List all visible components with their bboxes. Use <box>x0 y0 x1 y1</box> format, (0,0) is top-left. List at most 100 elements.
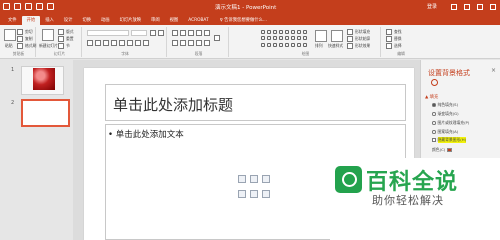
font-name-combo[interactable] <box>87 30 129 36</box>
arrange-icon[interactable] <box>315 30 327 42</box>
fill-section-header[interactable]: ▲ 填充 <box>425 94 438 100</box>
shape-icon[interactable] <box>279 36 283 41</box>
gradient-fill-option[interactable]: 渐变填充(G) <box>432 111 459 117</box>
layout-button[interactable]: 版式 <box>58 29 74 35</box>
tab-design[interactable]: 设计 <box>59 16 78 25</box>
shape-icon[interactable] <box>303 42 307 47</box>
find-button[interactable]: 查找 <box>386 29 402 35</box>
shape-icon[interactable] <box>273 36 277 41</box>
undo-icon[interactable] <box>14 3 21 10</box>
shape-icon[interactable] <box>267 42 271 47</box>
login-link[interactable]: 登录 <box>427 3 437 10</box>
strikethrough-icon[interactable] <box>119 40 125 46</box>
shape-icon[interactable] <box>279 42 283 47</box>
tab-slideshow[interactable]: 幻灯片放映 <box>115 16 146 25</box>
new-slide-button[interactable]: 新建幻灯片 <box>39 43 58 49</box>
justify-icon[interactable] <box>196 40 202 46</box>
shape-icon[interactable] <box>261 42 265 47</box>
align-left-icon[interactable] <box>172 40 178 46</box>
change-case-icon[interactable] <box>135 40 141 46</box>
increase-indent-icon[interactable] <box>196 30 202 36</box>
shape-icon[interactable] <box>267 36 271 41</box>
bullets-icon[interactable] <box>172 30 178 36</box>
shape-icon[interactable] <box>303 30 307 34</box>
tab-acrobat[interactable]: ACROBAT <box>183 16 213 25</box>
paste-icon[interactable] <box>4 29 16 41</box>
close-icon[interactable] <box>490 4 496 10</box>
slide-thumbnail-2[interactable] <box>21 99 70 127</box>
tab-transitions[interactable]: 切换 <box>77 16 96 25</box>
grow-font-icon[interactable] <box>150 30 156 36</box>
paste-button[interactable]: 粘贴 <box>5 43 13 49</box>
shape-icon[interactable] <box>273 30 277 34</box>
shape-icon[interactable] <box>261 30 265 34</box>
quick-styles-button[interactable]: 快速样式 <box>328 43 343 49</box>
shape-outline-button[interactable]: 形状轮廓 <box>347 36 370 42</box>
maximize-icon[interactable] <box>477 4 483 10</box>
shape-icon[interactable] <box>267 30 271 34</box>
tab-animations[interactable]: 动画 <box>96 16 115 25</box>
shape-icon[interactable] <box>297 30 301 34</box>
minimize-icon[interactable] <box>464 4 470 10</box>
font-color-icon[interactable] <box>143 40 149 46</box>
italic-icon[interactable] <box>95 40 101 46</box>
tab-review[interactable]: 审阅 <box>146 16 165 25</box>
shape-icon[interactable] <box>273 42 277 47</box>
pattern-fill-option[interactable]: 图案填充(A) <box>432 129 458 135</box>
shape-icon[interactable] <box>297 42 301 47</box>
shape-icon[interactable] <box>297 36 301 41</box>
shape-icon[interactable] <box>303 36 307 41</box>
shapes-gallery[interactable] <box>261 30 311 48</box>
ribbon-display-icon[interactable] <box>451 4 457 10</box>
present-icon[interactable] <box>36 3 43 10</box>
copy-button[interactable]: 复制 <box>17 36 33 42</box>
shape-icon[interactable] <box>279 30 283 34</box>
replace-button[interactable]: 替换 <box>386 36 402 42</box>
shape-icon[interactable] <box>291 36 295 41</box>
new-slide-icon[interactable] <box>42 29 54 41</box>
underline-icon[interactable] <box>103 40 109 46</box>
shadow-icon[interactable] <box>111 40 117 46</box>
format-painter-button[interactable]: 格式刷 <box>17 43 36 49</box>
text-direction-icon[interactable] <box>214 35 220 41</box>
shape-icon[interactable] <box>261 36 265 41</box>
shrink-font-icon[interactable] <box>158 30 164 36</box>
tab-home[interactable]: 开始 <box>21 16 41 25</box>
tab-insert[interactable]: 插入 <box>40 16 59 25</box>
redo-icon[interactable] <box>25 3 32 10</box>
cut-button[interactable]: 剪切 <box>17 29 33 35</box>
title-placeholder[interactable]: 单击此处添加标题 <box>105 84 406 121</box>
section-button[interactable]: 节 <box>58 43 70 49</box>
shape-icon[interactable] <box>285 30 289 34</box>
shape-icon[interactable] <box>285 42 289 47</box>
solid-fill-option[interactable]: 纯色填充(S) <box>432 102 458 108</box>
shape-icon[interactable] <box>291 42 295 47</box>
quick-styles-icon[interactable] <box>331 30 343 42</box>
decrease-indent-icon[interactable] <box>188 30 194 36</box>
picture-fill-option[interactable]: 图片或纹理填充(P) <box>432 120 469 126</box>
save-icon[interactable] <box>3 3 10 10</box>
shape-icon[interactable] <box>291 30 295 34</box>
numbering-icon[interactable] <box>180 30 186 36</box>
align-center-icon[interactable] <box>180 40 186 46</box>
pane-close-icon[interactable]: × <box>491 67 496 74</box>
fill-icon[interactable] <box>431 79 438 86</box>
shape-fill-button[interactable]: 形状填充 <box>347 29 370 35</box>
customize-icon[interactable] <box>47 3 54 10</box>
char-spacing-icon[interactable] <box>127 40 133 46</box>
font-size-combo[interactable] <box>131 30 147 36</box>
tab-view[interactable]: 视图 <box>165 16 184 25</box>
color-picker[interactable]: 颜色(C) <box>432 147 453 153</box>
shape-effects-button[interactable]: 形状效果 <box>347 43 370 49</box>
bold-icon[interactable] <box>87 40 93 46</box>
select-button[interactable]: 选择 <box>386 43 402 49</box>
arrange-button[interactable]: 排列 <box>315 43 323 49</box>
slide-thumbnail-1[interactable] <box>21 66 64 95</box>
tab-file[interactable]: 文件 <box>3 16 22 25</box>
line-spacing-icon[interactable] <box>204 30 210 36</box>
hide-background-graphics-option[interactable]: 隐藏背景图形(H) <box>432 137 467 143</box>
columns-icon[interactable] <box>204 40 210 46</box>
reset-button[interactable]: 重置 <box>58 36 74 42</box>
tell-me-search[interactable]: ♀ 告诉我您想要做什么... <box>220 17 267 25</box>
shape-icon[interactable] <box>285 36 289 41</box>
